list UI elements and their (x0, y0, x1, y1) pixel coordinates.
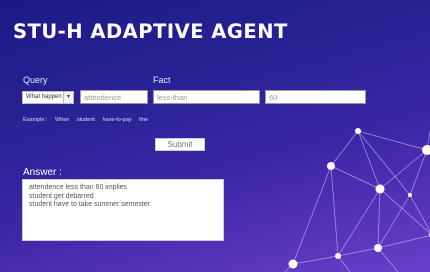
example-prefix: Example : (23, 117, 48, 123)
chevron-down-icon[interactable]: ▾ (63, 92, 73, 103)
answer-label: Answer : (23, 167, 62, 178)
example-hint: Example : When student have-to-pay fine (23, 117, 154, 123)
value-input[interactable]: 60 (265, 90, 366, 104)
answer-box[interactable]: attendence less than 60 implies student … (22, 179, 224, 241)
example-token: have-to-pay (102, 117, 132, 123)
answer-line: student have to take summer semester. (29, 201, 152, 208)
app-title: STU-H ADAPTIVE AGENT (13, 20, 288, 43)
submit-button[interactable]: Submit (155, 138, 205, 151)
query-select-value: What happen (26, 94, 62, 100)
query-label: Query (23, 75, 48, 85)
answer-line: attendence less than 60 implies (29, 184, 128, 191)
subject-input[interactable]: attendence (80, 90, 148, 104)
example-token: student (76, 117, 95, 123)
predicate-input[interactable]: less-than (153, 90, 260, 104)
answer-line: student get debarred (29, 192, 94, 200)
example-token: fine (139, 117, 148, 123)
query-select[interactable]: What happen ▾ (22, 91, 74, 104)
fact-label: Fact (153, 75, 171, 85)
example-token: When (55, 117, 70, 123)
